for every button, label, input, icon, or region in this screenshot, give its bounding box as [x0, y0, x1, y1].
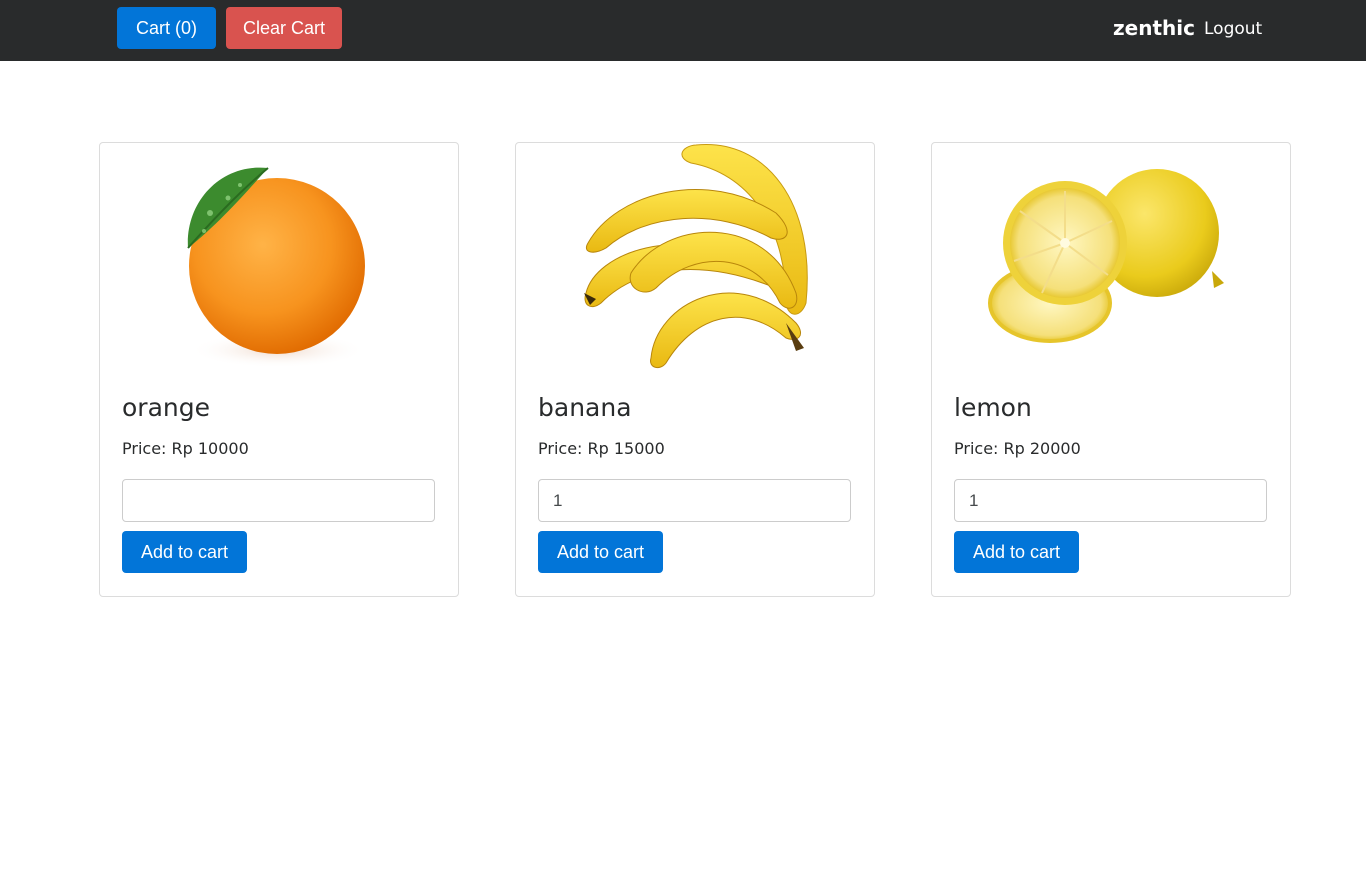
top-navbar: Cart (0) Clear Cart zenthic Logout: [0, 0, 1366, 61]
cart-button[interactable]: Cart (0): [117, 7, 216, 49]
banana-fruit-image: [584, 144, 808, 369]
quantity-input[interactable]: [122, 479, 435, 522]
quantity-input[interactable]: [538, 479, 851, 522]
orange-fruit-image: [187, 167, 366, 368]
add-to-cart-button[interactable]: Add to cart: [954, 531, 1079, 573]
product-price: Price: Rp 10000: [122, 439, 249, 458]
product-name: banana: [538, 393, 632, 422]
add-to-cart-button[interactable]: Add to cart: [122, 531, 247, 573]
product-card-orange: orange Price: Rp 10000 Add to cart: [99, 142, 459, 597]
brand-name: zenthic: [1113, 16, 1195, 40]
product-price: Price: Rp 15000: [538, 439, 665, 458]
product-name: orange: [122, 393, 210, 422]
product-name: lemon: [954, 393, 1032, 422]
product-price: Price: Rp 20000: [954, 439, 1081, 458]
clear-cart-button[interactable]: Clear Cart: [226, 7, 342, 49]
lemon-fruit-image: [988, 169, 1224, 343]
quantity-input[interactable]: [954, 479, 1267, 522]
product-card-banana: banana Price: Rp 15000 Add to cart: [515, 142, 875, 597]
product-card-lemon: lemon Price: Rp 20000 Add to cart: [931, 142, 1291, 597]
add-to-cart-button[interactable]: Add to cart: [538, 531, 663, 573]
logout-link[interactable]: Logout: [1204, 19, 1262, 39]
